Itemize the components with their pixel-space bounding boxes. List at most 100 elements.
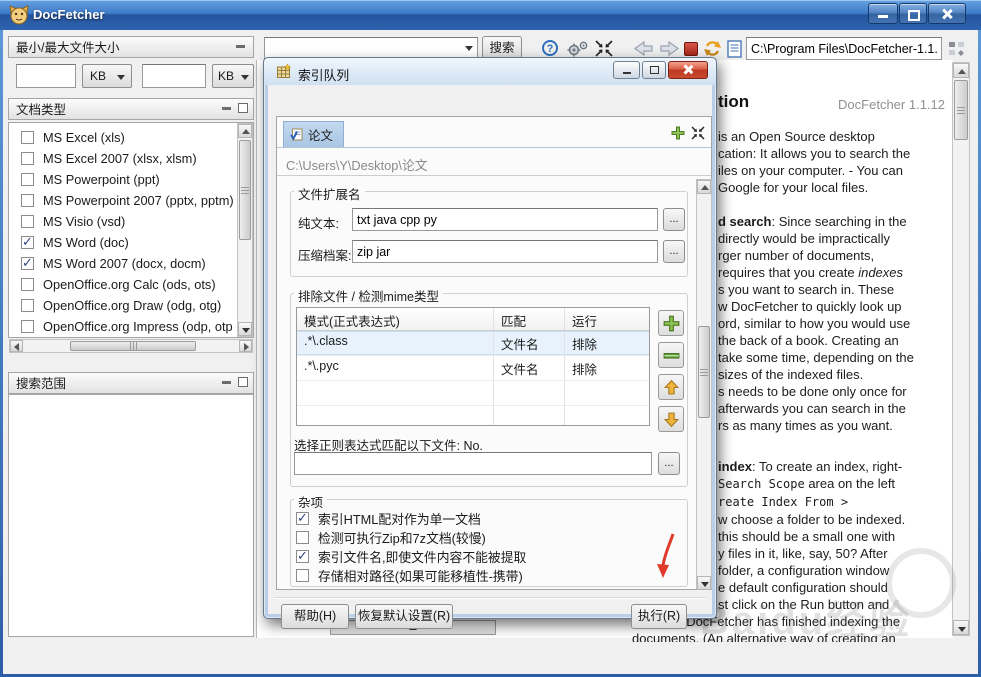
- move-rule-up-button[interactable]: [658, 374, 684, 400]
- min-filesize-input[interactable]: [16, 64, 76, 88]
- maximize-button[interactable]: [899, 3, 927, 24]
- dialog-minimize-button[interactable]: [613, 61, 640, 79]
- web-interface-icon[interactable]: [948, 41, 966, 57]
- scrollbar-thumb[interactable]: [70, 341, 196, 351]
- move-rule-down-button[interactable]: [658, 406, 684, 432]
- dialog-scrollbar[interactable]: [696, 179, 712, 589]
- doctype-item[interactable]: MS Word 2007 (docx, docm): [9, 253, 253, 274]
- misc-options-list: 索引HTML配对作为单一文档检测可执行Zip和7z文档(较慢)索引文件名,即使文…: [294, 509, 684, 585]
- restore-icon[interactable]: [238, 377, 248, 387]
- add-index-icon[interactable]: [671, 126, 685, 140]
- doctype-label: MS Word 2007 (docx, docm): [43, 256, 206, 271]
- refresh-icon[interactable]: [702, 38, 723, 59]
- collapse-icon[interactable]: [222, 107, 231, 110]
- checkbox-icon[interactable]: [21, 173, 34, 186]
- window-title: DocFetcher: [33, 7, 105, 22]
- doctype-item[interactable]: MS Powerpoint 2007 (pptx, pptm): [9, 190, 253, 211]
- checkbox-icon[interactable]: [21, 257, 34, 270]
- dialog-close-button[interactable]: [668, 61, 708, 79]
- exclude-rule-row[interactable]: [297, 406, 649, 426]
- compress-view-icon[interactable]: [691, 126, 705, 140]
- minimize-button[interactable]: [868, 3, 898, 24]
- checkbox-icon[interactable]: [21, 299, 34, 312]
- max-filesize-input[interactable]: [142, 64, 206, 88]
- checkbox-icon[interactable]: [21, 215, 34, 228]
- doctype-item[interactable]: MS Visio (vsd): [9, 211, 253, 232]
- doctype-item[interactable]: MS Word (doc): [9, 232, 253, 253]
- browse-plain-ext-button[interactable]: ...: [663, 208, 685, 231]
- checkbox-icon[interactable]: [21, 320, 34, 333]
- chevron-down-icon[interactable]: [465, 46, 473, 51]
- stop-icon[interactable]: [684, 42, 698, 56]
- preview-scrollbar[interactable]: [952, 62, 970, 636]
- scroll-left-button[interactable]: [10, 340, 23, 352]
- misc-option-item[interactable]: 索引HTML配对作为单一文档: [294, 509, 684, 528]
- misc-option-item[interactable]: 检测可执行Zip和7z文档(较慢): [294, 528, 684, 547]
- exclude-rule-row[interactable]: [297, 381, 649, 406]
- compress-view-icon[interactable]: [595, 40, 613, 57]
- scroll-down-button[interactable]: [238, 322, 252, 336]
- close-button[interactable]: [928, 3, 966, 24]
- browse-regex-file-button[interactable]: ...: [658, 452, 680, 475]
- restore-defaults-button[interactable]: 恢复默认设置(R): [355, 604, 453, 629]
- exclude-rule-row[interactable]: .*\.class文件名排除: [297, 331, 649, 356]
- doctype-hscrollbar[interactable]: [9, 339, 253, 353]
- checkbox-icon[interactable]: [296, 569, 309, 582]
- add-rule-button[interactable]: [658, 310, 684, 336]
- collapse-icon[interactable]: [236, 45, 245, 48]
- exclude-rule-row[interactable]: .*\.pyc文件名排除: [297, 356, 649, 381]
- doctype-item[interactable]: MS Excel (xls): [9, 127, 253, 148]
- scroll-up-button[interactable]: [238, 124, 252, 138]
- doctype-item[interactable]: OpenOffice.org Impress (odp, otp: [9, 316, 253, 337]
- misc-option-item[interactable]: 索引文件名,即使文件内容不能被提取: [294, 547, 684, 566]
- checkbox-icon[interactable]: [21, 131, 34, 144]
- checkbox-icon[interactable]: [21, 236, 34, 249]
- doctype-item[interactable]: OpenOffice.org Calc (ods, ots): [9, 274, 253, 295]
- doctype-scrollbar[interactable]: [237, 123, 253, 337]
- checkbox-icon[interactable]: [21, 152, 34, 165]
- run-button[interactable]: 执行(R): [631, 604, 687, 629]
- scroll-right-button[interactable]: [239, 340, 252, 352]
- checkbox-icon[interactable]: [21, 278, 34, 291]
- doctype-item[interactable]: OpenOffice.org Draw (odg, otg): [9, 295, 253, 316]
- doctype-label: OpenOffice.org Draw (odg, otg): [43, 298, 221, 313]
- doctype-label: OpenOffice.org Impress (odp, otp: [43, 319, 233, 334]
- address-bar[interactable]: [746, 37, 942, 60]
- column-header-pattern[interactable]: 模式(正式表达式): [297, 308, 494, 330]
- scrollbar-thumb[interactable]: [698, 326, 710, 418]
- help-button[interactable]: 帮助(H): [281, 604, 349, 629]
- collapse-icon[interactable]: [222, 381, 231, 384]
- doctype-item[interactable]: MS Excel 2007 (xlsx, xlsm): [9, 148, 253, 169]
- doctype-item[interactable]: MS Powerpoint (ppt): [9, 169, 253, 190]
- dialog-restore-button[interactable]: [642, 61, 666, 79]
- min-unit-select[interactable]: KB: [82, 64, 132, 88]
- forward-icon[interactable]: [658, 40, 680, 57]
- archive-label: 压缩档案:: [298, 245, 351, 264]
- remove-rule-button[interactable]: [658, 342, 684, 368]
- preferences-gears-icon[interactable]: [566, 40, 590, 57]
- max-unit-select[interactable]: KB: [212, 64, 254, 88]
- match-cell: [494, 381, 565, 405]
- doctype-label: MS Word (doc): [43, 235, 129, 250]
- checkbox-icon[interactable]: [296, 550, 309, 563]
- tab-index-task[interactable]: 论文: [283, 121, 344, 147]
- plain-text-extensions-input[interactable]: [352, 208, 658, 231]
- scrollbar-thumb[interactable]: [239, 140, 251, 240]
- scroll-down-button[interactable]: [697, 576, 711, 590]
- regex-test-input[interactable]: [294, 452, 652, 475]
- browse-archive-ext-button[interactable]: ...: [663, 240, 685, 263]
- archive-extensions-input[interactable]: [352, 240, 658, 263]
- checkbox-icon[interactable]: [21, 194, 34, 207]
- help-icon[interactable]: ?: [542, 40, 558, 56]
- scroll-up-button[interactable]: [697, 180, 711, 194]
- scrollbar-thumb[interactable]: [954, 80, 968, 140]
- restore-icon[interactable]: [238, 103, 248, 113]
- back-icon[interactable]: [633, 40, 655, 57]
- checkbox-icon[interactable]: [296, 531, 309, 544]
- column-header-action[interactable]: 运行: [565, 308, 649, 330]
- misc-option-item[interactable]: 存储相对路径(如果可能移植性-携带): [294, 566, 684, 585]
- scroll-up-button[interactable]: [953, 63, 969, 78]
- column-header-match[interactable]: 匹配: [494, 308, 565, 330]
- search-scope-area[interactable]: [8, 394, 254, 637]
- checkbox-icon[interactable]: [296, 512, 309, 525]
